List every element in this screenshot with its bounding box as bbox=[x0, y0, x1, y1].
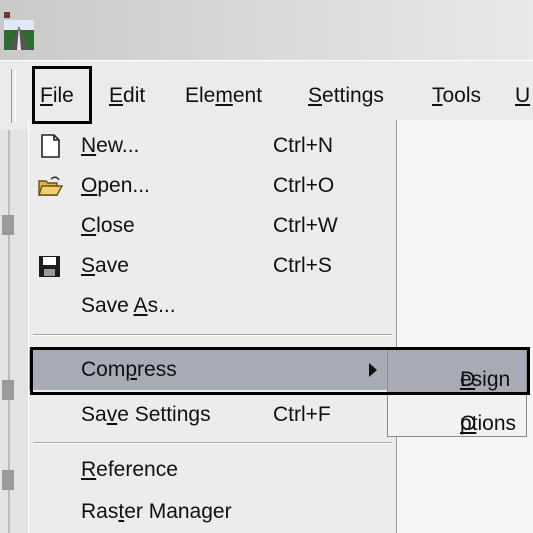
menu-item-save-settings[interactable]: Save Settings Ctrl+F bbox=[29, 395, 396, 435]
drawing-canvas[interactable] bbox=[395, 120, 533, 533]
open-folder-icon bbox=[38, 176, 63, 196]
file-menu-dropdown: New... Ctrl+N Open... Ctrl+O Close Ctrl+… bbox=[28, 120, 396, 533]
menu-settings[interactable]: Settings bbox=[308, 83, 384, 109]
left-toolbar-strip bbox=[0, 130, 30, 533]
file-menu-highlight-box bbox=[32, 66, 92, 124]
menu-item-save-as[interactable]: Save As... bbox=[29, 286, 396, 326]
toolbar-tool-3[interactable] bbox=[2, 470, 14, 490]
menu-tools[interactable]: Tools bbox=[432, 83, 481, 109]
menu-item-open[interactable]: Open... Ctrl+O bbox=[29, 166, 396, 206]
title-bar bbox=[0, 0, 533, 60]
menu-item-raster-manager[interactable]: Raster Manager bbox=[29, 492, 396, 532]
save-disk-icon bbox=[39, 256, 60, 277]
toolbar-tool-1[interactable] bbox=[2, 215, 14, 235]
menu-element[interactable]: Element bbox=[185, 83, 262, 109]
new-document-icon bbox=[41, 134, 60, 158]
app-logo-icon[interactable] bbox=[4, 12, 34, 50]
menu-item-new[interactable]: New... Ctrl+N bbox=[29, 126, 396, 166]
menu-edit[interactable]: Edit bbox=[109, 83, 145, 109]
toolbar-tool-2[interactable] bbox=[2, 380, 14, 400]
menu-item-reference[interactable]: Reference bbox=[29, 450, 396, 490]
submenu-arrow-icon bbox=[369, 363, 377, 377]
menu-separator bbox=[33, 442, 392, 444]
submenu-item-design[interactable]: Design bbox=[388, 350, 526, 392]
menu-separator bbox=[33, 334, 392, 336]
submenu-item-options[interactable]: Options bbox=[388, 394, 526, 436]
menu-utilities[interactable]: U bbox=[515, 83, 530, 109]
menu-item-compress[interactable]: Compress bbox=[29, 350, 396, 390]
menu-item-save[interactable]: Save Ctrl+S bbox=[29, 246, 396, 286]
menu-item-close[interactable]: Close Ctrl+W bbox=[29, 206, 396, 246]
compress-submenu: Design Options bbox=[387, 347, 527, 437]
menubar-grip[interactable] bbox=[11, 69, 16, 123]
